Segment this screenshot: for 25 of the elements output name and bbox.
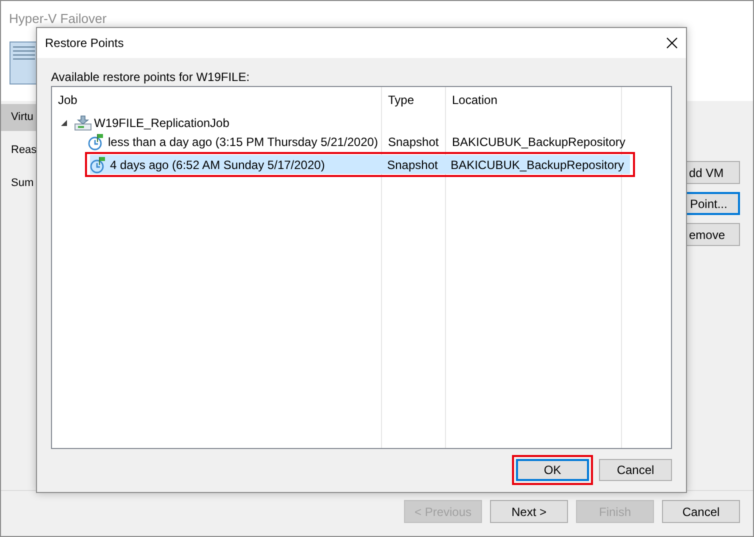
type-cell-text: Snapshot xyxy=(386,156,439,174)
restore-point-icon xyxy=(90,156,106,174)
restore-point-icon xyxy=(88,132,104,150)
restore-point-row[interactable]: less than a day ago (3:15 PM Thursday 5/21/2020) Snapshot BAKICUBUK_BackupRepository xyxy=(88,132,632,151)
column-header[interactable]: Job xyxy=(58,92,78,106)
close-icon[interactable] xyxy=(666,37,678,49)
type-cell-text: Snapshot xyxy=(387,134,440,150)
column-header[interactable]: Type xyxy=(388,92,414,106)
dialog-button[interactable]: Cancel xyxy=(599,459,672,481)
wizard-button[interactable]: Cancel xyxy=(662,500,740,523)
wizard-icon xyxy=(9,40,39,84)
restore-point-label: 4 days ago (6:52 AM Sunday 5/17/2020) xyxy=(110,156,326,174)
replication-job-icon xyxy=(74,114,92,130)
location-cell-text: BAKICUBUK_BackupRepository xyxy=(451,134,626,150)
list-caption: Available restore points for W19FILE: xyxy=(51,69,250,86)
dialog-button[interactable]: OK xyxy=(516,459,589,481)
location-cell-text: BAKICUBUK_BackupRepository xyxy=(450,156,625,174)
restore-point-row[interactable]: 4 days ago (6:52 AM Sunday 5/17/2020) Snapshot BAKICUBUK_BackupRepository xyxy=(90,155,630,174)
restore-point-label: less than a day ago (3:15 PM Thursday 5/21/2020) xyxy=(108,134,379,150)
expand-arrow-icon[interactable] xyxy=(60,118,68,126)
column-header[interactable]: Location xyxy=(452,92,498,106)
dialog-title: Restore Points xyxy=(45,35,124,52)
job-name[interactable]: W19FILE_ReplicationJob xyxy=(94,114,230,132)
window-title: Hyper-V Failover xyxy=(8,10,108,28)
wizard-button[interactable]: Next > xyxy=(490,500,568,523)
